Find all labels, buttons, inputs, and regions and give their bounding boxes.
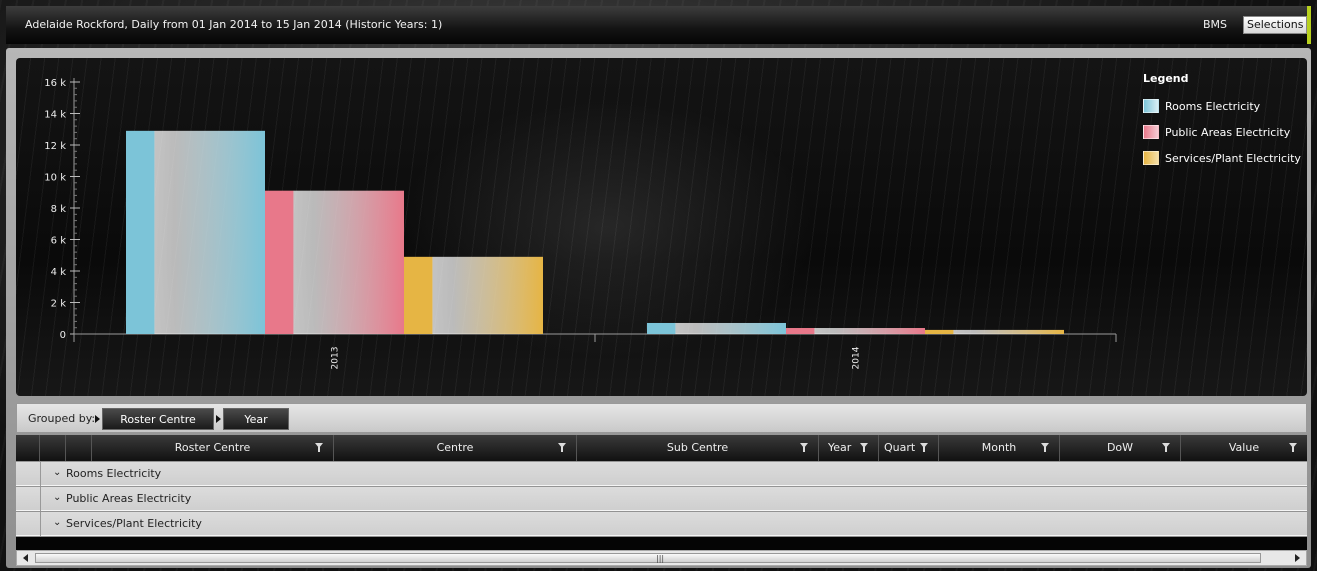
bar-chart: 0 2 k 4 k 6 k 8 k 10 k 12 k 14 k 16 k 2013 2014 — [44, 78, 1117, 370]
legend-item-services: Services/Plant Electricity — [1143, 145, 1301, 171]
group-by-label: Grouped by: — [28, 412, 96, 425]
group-row-label: Rooms Electricity — [66, 467, 162, 480]
group-chip-year[interactable]: Year — [223, 408, 289, 430]
arrow-left-icon[interactable] — [23, 554, 28, 562]
top-bar: Adelaide Rockford, Daily from 01 Jan 201… — [6, 6, 1311, 44]
page-title: Adelaide Rockford, Daily from 01 Jan 201… — [25, 18, 443, 31]
column-header-label: Centre — [436, 441, 474, 454]
chart-panel: 0 2 k 4 k 6 k 8 k 10 k 12 k 14 k 16 k 2013 2014 Le… — [16, 58, 1307, 396]
group-arrow-icon — [95, 415, 100, 423]
arrow-right-icon[interactable] — [1295, 554, 1300, 562]
grip-icon: ||| — [656, 554, 665, 563]
group-arrow-icon — [216, 415, 221, 423]
row-indicator — [16, 462, 41, 486]
filter-icon[interactable] — [558, 443, 566, 452]
y-tick-label: 8 k — [51, 204, 67, 215]
column-header-quart[interactable]: Quart — [879, 435, 939, 461]
chart-legend: Legend Rooms Electricity Public Areas El… — [1143, 72, 1301, 171]
y-tick-label: 2 k — [51, 299, 67, 310]
column-header-label: DoW — [1106, 441, 1134, 454]
grid-header: Roster Centre Centre Sub Centre Year Qua… — [16, 435, 1307, 461]
y-tick-label: 12 k — [44, 141, 66, 152]
column-header-label: Quart — [884, 441, 916, 454]
y-tick-label: 4 k — [51, 267, 67, 278]
column-header-roster-centre[interactable]: Roster Centre — [92, 435, 334, 461]
bar-2013-series-1 — [265, 190, 404, 334]
x-tick-label: 2014 — [852, 346, 862, 369]
group-row-label: Public Areas Electricity — [66, 492, 192, 505]
y-tick-label: 0 — [60, 330, 66, 341]
group-by-bar: Grouped by: Roster Centre Year — [16, 403, 1307, 433]
filter-icon[interactable] — [315, 443, 323, 452]
column-header-sub-centre[interactable]: Sub Centre — [577, 435, 819, 461]
legend-title: Legend — [1143, 72, 1189, 85]
legend-swatch-public-areas — [1143, 125, 1159, 139]
x-tick-label: 2013 — [331, 347, 341, 370]
column-header-dow[interactable]: DoW — [1060, 435, 1181, 461]
bar-2013-series-2 — [404, 256, 543, 334]
legend-item-public-areas: Public Areas Electricity — [1143, 119, 1301, 145]
filter-icon[interactable] — [1162, 443, 1170, 452]
header-spacer — [66, 435, 92, 461]
bar-2013-series-0 — [126, 130, 265, 334]
chevron-down-icon[interactable]: ⌄ — [53, 517, 61, 528]
horizontal-scrollbar[interactable]: ||| — [16, 550, 1307, 566]
filter-icon[interactable] — [1041, 443, 1049, 452]
header-spacer — [40, 435, 66, 461]
column-header-value[interactable]: Value — [1181, 435, 1307, 461]
group-row-public-areas-electricity[interactable]: ⌄ Public Areas Electricity — [16, 487, 1307, 511]
bms-link[interactable]: BMS — [1203, 18, 1227, 31]
group-chip-roster-centre[interactable]: Roster Centre — [102, 408, 214, 430]
filter-icon[interactable] — [800, 443, 808, 452]
y-tick-label: 6 k — [51, 236, 67, 247]
legend-label-services: Services/Plant Electricity — [1165, 151, 1301, 165]
filter-icon[interactable] — [1289, 443, 1297, 452]
group-row-services-plant-electricity[interactable]: ⌄ Services/Plant Electricity — [16, 512, 1307, 536]
y-tick-label: 16 k — [44, 78, 66, 89]
y-tick-label: 10 k — [44, 173, 66, 184]
column-header-centre[interactable]: Centre — [334, 435, 577, 461]
group-row-rooms-electricity[interactable]: ⌄ Rooms Electricity — [16, 462, 1307, 486]
legend-item-rooms: Rooms Electricity — [1143, 93, 1301, 119]
row-indicator — [16, 512, 41, 536]
legend-swatch-services — [1143, 151, 1159, 165]
column-header-label: Sub Centre — [666, 441, 729, 454]
column-header-label: Roster Centre — [174, 441, 251, 454]
column-header-year[interactable]: Year — [819, 435, 879, 461]
selections-button[interactable]: Selections — [1243, 16, 1308, 34]
header-spacer — [16, 435, 40, 461]
group-row-label: Services/Plant Electricity — [66, 517, 202, 530]
legend-label-rooms: Rooms Electricity — [1165, 99, 1261, 113]
y-tick-label: 14 k — [44, 110, 66, 121]
column-header-label: Year — [828, 441, 852, 454]
grid-empty-area — [16, 537, 1307, 550]
filter-icon[interactable] — [920, 443, 928, 452]
bar-2014-series-2 — [925, 329, 1064, 334]
chevron-down-icon[interactable]: ⌄ — [53, 492, 61, 503]
legend-swatch-rooms — [1143, 99, 1159, 113]
column-header-label: Month — [981, 441, 1017, 454]
scrollbar-thumb[interactable]: ||| — [35, 553, 1261, 563]
row-indicator — [16, 487, 41, 511]
legend-label-public-areas: Public Areas Electricity — [1165, 125, 1291, 139]
chevron-down-icon[interactable]: ⌄ — [53, 467, 61, 478]
column-header-label: Value — [1228, 441, 1260, 454]
bar-2014-series-1 — [786, 328, 925, 334]
column-header-month[interactable]: Month — [939, 435, 1060, 461]
filter-icon[interactable] — [860, 443, 868, 452]
bar-2014-series-0 — [647, 322, 786, 334]
